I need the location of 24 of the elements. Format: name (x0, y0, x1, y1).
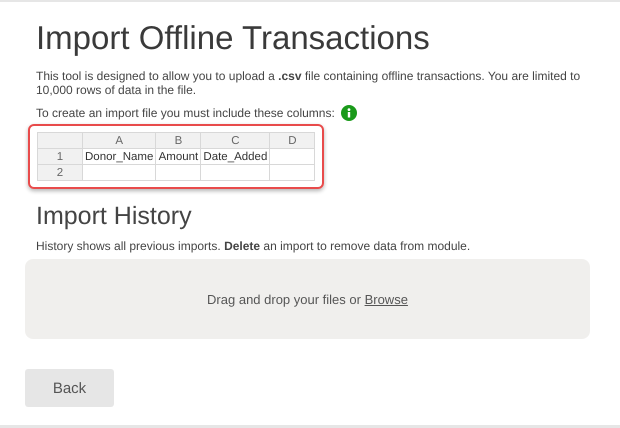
history-description: History shows all previous imports. Delete an import to remove data from module. (36, 239, 472, 253)
sheet-cell: Amount (156, 148, 201, 164)
row-header: 1 (38, 148, 82, 164)
section-title: Import History (36, 201, 193, 231)
corner-cell (38, 132, 82, 148)
page-title: Import Offline Transactions (36, 18, 431, 58)
column-header: D (270, 132, 315, 148)
columns-note: To create an import file you must include these columns: (36, 106, 335, 120)
sheet-cell: Date_Added (200, 148, 270, 164)
sheet-cell (270, 164, 315, 180)
back-button[interactable]: Back (25, 369, 114, 407)
browse-link[interactable]: Browse (364, 292, 408, 306)
sheet-cell (200, 164, 270, 180)
column-header: B (156, 132, 201, 148)
drop-zone[interactable]: Drag and drop your files or Browse (25, 259, 590, 339)
info-icon[interactable] (340, 105, 357, 121)
sheet-cell: Donor_Name (82, 148, 156, 164)
column-header: A (82, 132, 156, 148)
intro-text: This tool is designed to allow you to upload a .csv file containing offline transactions. You are limited to 10,000 rows of data in the file. (36, 69, 582, 97)
row-header: 2 (38, 164, 82, 180)
column-header: C (200, 132, 270, 148)
sheet-cell (270, 148, 315, 164)
sheet-cell (156, 164, 201, 180)
drop-zone-text: Drag and drop your files or Browse (207, 292, 408, 306)
